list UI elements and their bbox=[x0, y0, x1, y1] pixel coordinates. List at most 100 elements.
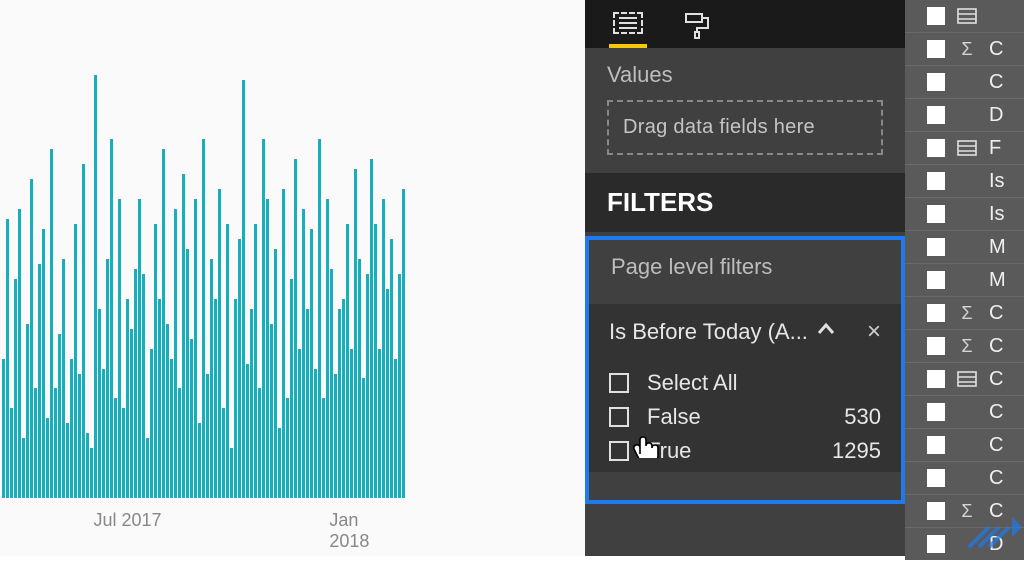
chart-bar bbox=[358, 259, 361, 498]
chart-bar bbox=[18, 209, 21, 498]
chart-bar bbox=[242, 80, 245, 498]
chevron-up-icon[interactable] bbox=[816, 319, 836, 345]
field-label: C bbox=[989, 71, 1003, 94]
field-label: F bbox=[989, 137, 1001, 160]
blank-icon bbox=[957, 206, 977, 222]
values-drop-zone[interactable]: Drag data fields here bbox=[607, 100, 883, 155]
blank-icon bbox=[957, 437, 977, 453]
chart-bar bbox=[110, 139, 113, 498]
filter-option[interactable]: True1295 bbox=[609, 434, 881, 468]
chart-bar bbox=[362, 378, 365, 498]
chart-bar bbox=[286, 398, 289, 498]
chart-bar bbox=[350, 349, 353, 498]
chart-bar bbox=[98, 309, 101, 498]
chart-bar bbox=[30, 179, 33, 498]
field-row[interactable]: C bbox=[905, 396, 1024, 428]
field-row[interactable]: D bbox=[905, 99, 1024, 131]
chart-bar bbox=[266, 199, 269, 498]
checkbox[interactable] bbox=[927, 139, 945, 157]
sigma-icon: Σ bbox=[957, 41, 977, 57]
checkbox[interactable] bbox=[927, 403, 945, 421]
chart-bar bbox=[370, 159, 373, 498]
checkbox[interactable] bbox=[927, 205, 945, 223]
blank-icon bbox=[957, 404, 977, 420]
checkbox[interactable] bbox=[609, 441, 629, 461]
checkbox[interactable] bbox=[609, 407, 629, 427]
field-row[interactable]: Is bbox=[905, 165, 1024, 197]
chart-bar bbox=[146, 438, 149, 498]
tab-format[interactable] bbox=[683, 12, 713, 36]
chart-area: Jul 2017 Jan 2018 bbox=[0, 0, 585, 556]
field-label: Is bbox=[989, 170, 1005, 193]
blank-icon bbox=[957, 107, 977, 123]
close-icon[interactable]: × bbox=[867, 318, 881, 346]
chart-bar bbox=[166, 324, 169, 498]
chart-bar bbox=[302, 209, 305, 498]
checkbox[interactable] bbox=[927, 370, 945, 388]
chart-bar bbox=[274, 249, 277, 498]
viz-tabs bbox=[585, 0, 905, 48]
filter-option[interactable]: False530 bbox=[609, 400, 881, 434]
chart-bar bbox=[50, 149, 53, 498]
chart-bar bbox=[290, 279, 293, 498]
field-row[interactable]: C bbox=[905, 66, 1024, 98]
chart-bar bbox=[234, 299, 237, 498]
chart-bar bbox=[62, 259, 65, 498]
checkbox[interactable] bbox=[927, 304, 945, 322]
checkbox[interactable] bbox=[927, 106, 945, 124]
chart-bar bbox=[398, 274, 401, 498]
chart-bar bbox=[190, 339, 193, 498]
field-row[interactable]: ΣC bbox=[905, 297, 1024, 329]
chart-bar bbox=[390, 239, 393, 498]
field-label: C bbox=[989, 467, 1003, 490]
chart-bar bbox=[206, 374, 209, 499]
checkbox[interactable] bbox=[927, 271, 945, 289]
field-label: C bbox=[989, 434, 1003, 457]
chart-bar bbox=[74, 224, 77, 498]
chart-bar bbox=[162, 149, 165, 498]
field-label: Is bbox=[989, 203, 1005, 226]
filter-option[interactable]: Select All bbox=[609, 366, 881, 400]
checkbox[interactable] bbox=[927, 238, 945, 256]
field-row[interactable]: M bbox=[905, 231, 1024, 263]
checkbox[interactable] bbox=[927, 469, 945, 487]
checkbox[interactable] bbox=[927, 7, 945, 25]
checkbox[interactable] bbox=[927, 172, 945, 190]
field-row[interactable]: ΣC bbox=[905, 330, 1024, 362]
chart-bar bbox=[278, 428, 281, 498]
filter-card-title: Is Before Today (A... bbox=[609, 319, 808, 345]
checkbox[interactable] bbox=[609, 373, 629, 393]
page-level-filters-label: Page level filters bbox=[589, 240, 901, 304]
tab-fields[interactable] bbox=[613, 12, 643, 36]
field-row[interactable]: F bbox=[905, 132, 1024, 164]
checkbox[interactable] bbox=[927, 40, 945, 58]
checkbox[interactable] bbox=[927, 535, 945, 553]
field-row[interactable] bbox=[905, 0, 1024, 32]
chart-bar bbox=[254, 224, 257, 498]
checkbox[interactable] bbox=[927, 337, 945, 355]
field-row[interactable]: M bbox=[905, 264, 1024, 296]
field-row[interactable]: ΣC bbox=[905, 33, 1024, 65]
chart-bar bbox=[246, 364, 249, 498]
chart-bar bbox=[294, 159, 297, 498]
checkbox[interactable] bbox=[927, 436, 945, 454]
field-row[interactable]: Is bbox=[905, 198, 1024, 230]
hierarchy-icon bbox=[957, 8, 977, 24]
checkbox[interactable] bbox=[927, 502, 945, 520]
field-row[interactable]: C bbox=[905, 462, 1024, 494]
chart-bar bbox=[346, 224, 349, 498]
x-tick-label: Jan 2018 bbox=[329, 510, 393, 552]
chart-bar bbox=[386, 289, 389, 498]
chart-bar bbox=[54, 388, 57, 498]
filter-option-label: True bbox=[647, 438, 691, 464]
chart-bar bbox=[382, 199, 385, 498]
field-row[interactable]: C bbox=[905, 363, 1024, 395]
chart-bar bbox=[2, 359, 5, 498]
x-tick-label: Jul 2017 bbox=[93, 510, 161, 531]
field-row[interactable]: C bbox=[905, 429, 1024, 461]
chart-bar bbox=[134, 269, 137, 498]
blank-icon bbox=[957, 74, 977, 90]
checkbox[interactable] bbox=[927, 73, 945, 91]
field-label: C bbox=[989, 401, 1003, 424]
filter-option-count: 530 bbox=[844, 404, 881, 430]
